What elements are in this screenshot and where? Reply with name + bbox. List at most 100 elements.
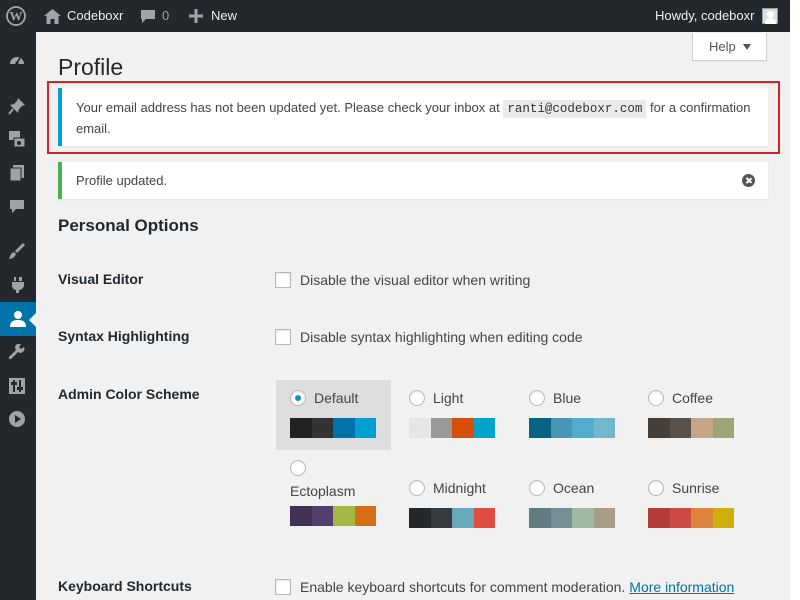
- scheme-swatches: [409, 508, 495, 528]
- posts-icon[interactable]: [8, 97, 26, 115]
- color-swatch: [550, 418, 572, 438]
- color-swatch: [452, 508, 474, 528]
- radio-ocean[interactable]: [529, 480, 545, 496]
- color-swatch: [648, 508, 670, 528]
- media-icon[interactable]: [8, 130, 26, 148]
- scheme-swatches: [290, 506, 376, 526]
- keyboard-shortcuts-option[interactable]: Enable keyboard shortcuts for comment mo…: [275, 579, 734, 595]
- scheme-swatches: [648, 508, 734, 528]
- syntax-highlighting-label: Syntax Highlighting: [58, 328, 190, 344]
- scheme-name: Ocean: [553, 480, 595, 496]
- main-content: Help Profile Your email address has not …: [36, 32, 790, 600]
- color-swatch: [691, 418, 713, 438]
- page-title: Profile: [58, 54, 124, 80]
- wordpress-logo-icon[interactable]: W: [6, 0, 26, 32]
- color-swatch: [529, 418, 551, 438]
- color-swatch: [311, 506, 333, 526]
- color-swatch: [311, 418, 333, 438]
- radio-ectoplasm[interactable]: [290, 460, 306, 476]
- color-scheme-ectoplasm[interactable]: Ectoplasm: [276, 450, 391, 530]
- visual-editor-option[interactable]: Disable the visual editor when writing: [275, 272, 530, 288]
- plus-icon[interactable]: [189, 0, 203, 32]
- syntax-highlighting-option[interactable]: Disable syntax highlighting when editing…: [275, 329, 583, 345]
- color-scheme-default[interactable]: Default: [276, 380, 391, 450]
- plugins-icon[interactable]: [8, 276, 26, 294]
- scheme-swatches: [529, 508, 615, 528]
- color-swatch: [593, 508, 615, 528]
- color-swatch: [529, 508, 551, 528]
- users-icon: [9, 310, 27, 333]
- scheme-swatches: [409, 418, 495, 438]
- scheme-name: Light: [433, 390, 464, 406]
- success-text: Profile updated.: [76, 173, 168, 188]
- dashboard-icon[interactable]: [8, 51, 26, 69]
- color-scheme-light[interactable]: Light: [395, 380, 510, 450]
- keyboard-shortcuts-label: Keyboard Shortcuts: [58, 578, 192, 594]
- dismiss-icon[interactable]: [742, 174, 755, 187]
- scheme-name: Blue: [553, 390, 582, 406]
- settings-icon[interactable]: [8, 377, 26, 395]
- comment-count[interactable]: 0: [162, 0, 169, 32]
- color-scheme-sunrise[interactable]: Sunrise: [634, 470, 749, 540]
- admin-bar: W Codeboxr 0 New Howdy, codeboxr: [0, 0, 790, 32]
- color-scheme-blue[interactable]: Blue: [515, 380, 630, 450]
- visual-editor-checkbox-label: Disable the visual editor when writing: [300, 272, 531, 288]
- scheme-name: Coffee: [672, 390, 713, 406]
- syntax-highlighting-checkbox-label: Disable syntax highlighting when editing…: [300, 329, 583, 345]
- color-swatch: [354, 506, 376, 526]
- radio-blue[interactable]: [529, 390, 545, 406]
- color-swatch: [333, 506, 355, 526]
- color-swatch: [572, 418, 594, 438]
- profile-updated-notice: Profile updated.: [58, 162, 768, 199]
- avatar[interactable]: [762, 8, 778, 24]
- pages-icon[interactable]: [8, 164, 26, 182]
- scheme-name: Ectoplasm: [290, 483, 356, 499]
- highlight-annotation-box: [47, 81, 780, 154]
- color-swatch: [473, 508, 495, 528]
- help-tab-button[interactable]: Help: [692, 33, 767, 61]
- visual-editor-checkbox[interactable]: [275, 272, 291, 288]
- scheme-name: Midnight: [433, 480, 486, 496]
- keyboard-shortcuts-checkbox[interactable]: [275, 579, 291, 595]
- personal-options-heading: Personal Options: [58, 216, 199, 235]
- comments-icon[interactable]: [8, 198, 26, 216]
- admin-sidebar: [0, 32, 37, 600]
- color-swatch: [712, 508, 734, 528]
- color-scheme-ocean[interactable]: Ocean: [515, 470, 630, 540]
- color-swatch: [648, 418, 670, 438]
- syntax-highlighting-checkbox[interactable]: [275, 329, 291, 345]
- more-information-link[interactable]: More information: [629, 579, 734, 595]
- home-icon[interactable]: [44, 0, 61, 32]
- color-scheme-coffee[interactable]: Coffee: [634, 380, 749, 450]
- color-swatch: [409, 508, 431, 528]
- tools-icon[interactable]: [8, 343, 26, 362]
- radio-midnight[interactable]: [409, 480, 425, 496]
- color-swatch: [669, 418, 691, 438]
- appearance-icon[interactable]: [8, 242, 26, 260]
- howdy-user-link[interactable]: Howdy, codeboxr: [655, 0, 754, 32]
- color-swatch: [430, 418, 452, 438]
- media-player-icon[interactable]: [8, 410, 26, 428]
- radio-coffee[interactable]: [648, 390, 664, 406]
- color-swatch: [550, 508, 572, 528]
- comment-bubble-icon[interactable]: [140, 0, 156, 32]
- scheme-swatches: [648, 418, 734, 438]
- color-swatch: [712, 418, 734, 438]
- color-swatch: [572, 508, 594, 528]
- radio-sunrise[interactable]: [648, 480, 664, 496]
- scheme-swatches: [529, 418, 615, 438]
- users-menu-item[interactable]: [0, 302, 37, 336]
- svg-text:W: W: [10, 9, 23, 24]
- scheme-swatches: [290, 418, 376, 438]
- radio-light[interactable]: [409, 390, 425, 406]
- keyboard-shortcuts-checkbox-label: Enable keyboard shortcuts for comment mo…: [300, 579, 626, 595]
- visual-editor-label: Visual Editor: [58, 271, 144, 287]
- color-swatch: [290, 418, 312, 438]
- color-scheme-midnight[interactable]: Midnight: [395, 470, 510, 540]
- color-swatch: [593, 418, 615, 438]
- help-tab-label: Help: [709, 39, 736, 54]
- radio-default[interactable]: [290, 390, 306, 406]
- new-content-link[interactable]: New: [211, 0, 237, 32]
- site-name-link[interactable]: Codeboxr: [67, 0, 123, 32]
- color-swatch: [473, 418, 495, 438]
